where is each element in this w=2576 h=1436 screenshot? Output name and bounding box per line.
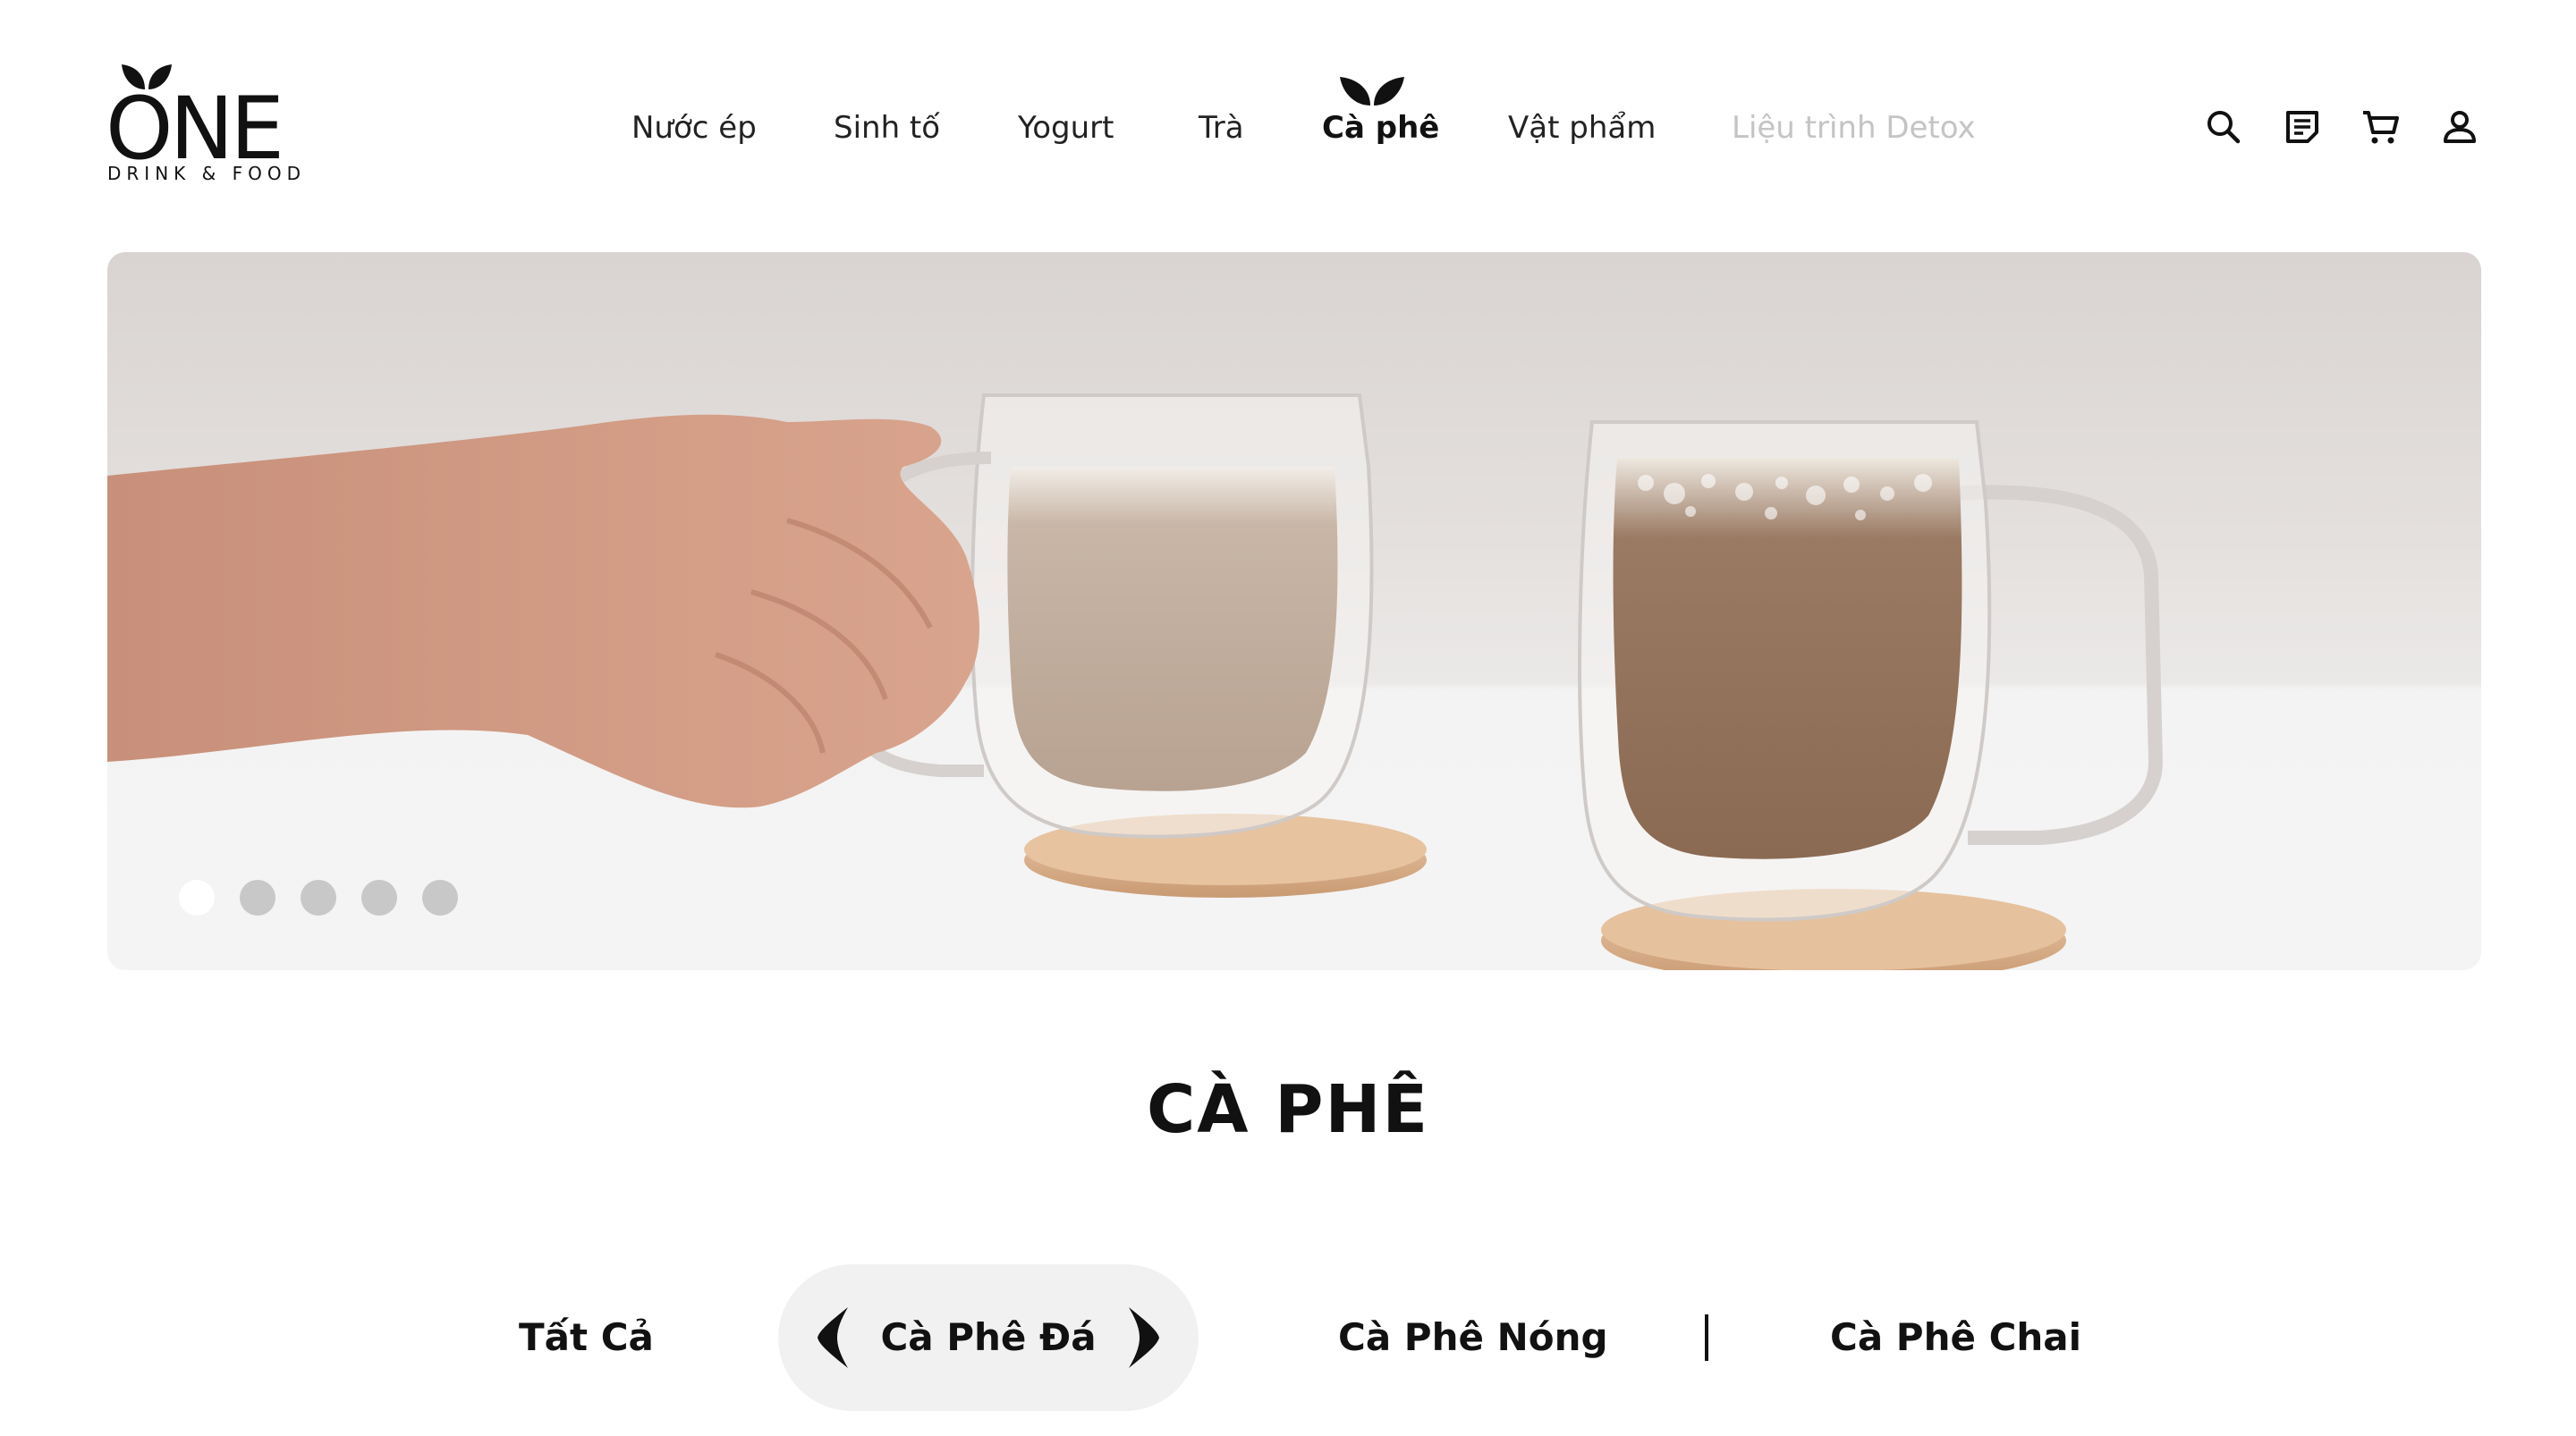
notes-icon[interactable] — [2279, 104, 2326, 150]
carousel-dot[interactable] — [240, 880, 275, 916]
category-tabs: Tất Cả Cà Phê Đá Cà Phê Nóng Cà Phê Chai — [0, 1264, 2576, 1411]
carousel-dot[interactable] — [361, 880, 397, 916]
cart-icon[interactable] — [2358, 104, 2404, 150]
tab-tat-ca[interactable]: Tất Cả — [519, 1264, 654, 1411]
active-nav-leaf-icon — [1340, 77, 1404, 106]
header-actions — [0, 104, 2576, 150]
hero-coffee-illustration — [107, 393, 2164, 970]
chevron-left-icon[interactable] — [814, 1304, 852, 1372]
tab-ca-phe-da[interactable]: Cà Phê Đá — [778, 1264, 1199, 1411]
tab-ca-phe-da-label: Cà Phê Đá — [880, 1315, 1097, 1359]
section-title: CÀ PHÊ — [1146, 1071, 1430, 1148]
logo-tagline: DRINK & FOOD — [107, 163, 306, 184]
carousel-dot[interactable] — [301, 880, 336, 916]
tab-divider — [1705, 1314, 1708, 1361]
carousel-dots — [179, 880, 458, 916]
search-icon[interactable] — [2200, 104, 2247, 150]
site-header: ONE DRINK & FOOD Nước ép Sinh tố Yogurt … — [0, 0, 2576, 250]
carousel-dot[interactable] — [422, 880, 458, 916]
hero-banner[interactable] — [107, 252, 2481, 970]
tab-ca-phe-chai[interactable]: Cà Phê Chai — [1830, 1264, 2081, 1411]
user-icon[interactable] — [2436, 104, 2483, 150]
tab-ca-phe-nong[interactable]: Cà Phê Nóng — [1338, 1264, 1608, 1411]
carousel-dot[interactable] — [179, 880, 215, 916]
chevron-right-icon[interactable] — [1125, 1304, 1163, 1372]
